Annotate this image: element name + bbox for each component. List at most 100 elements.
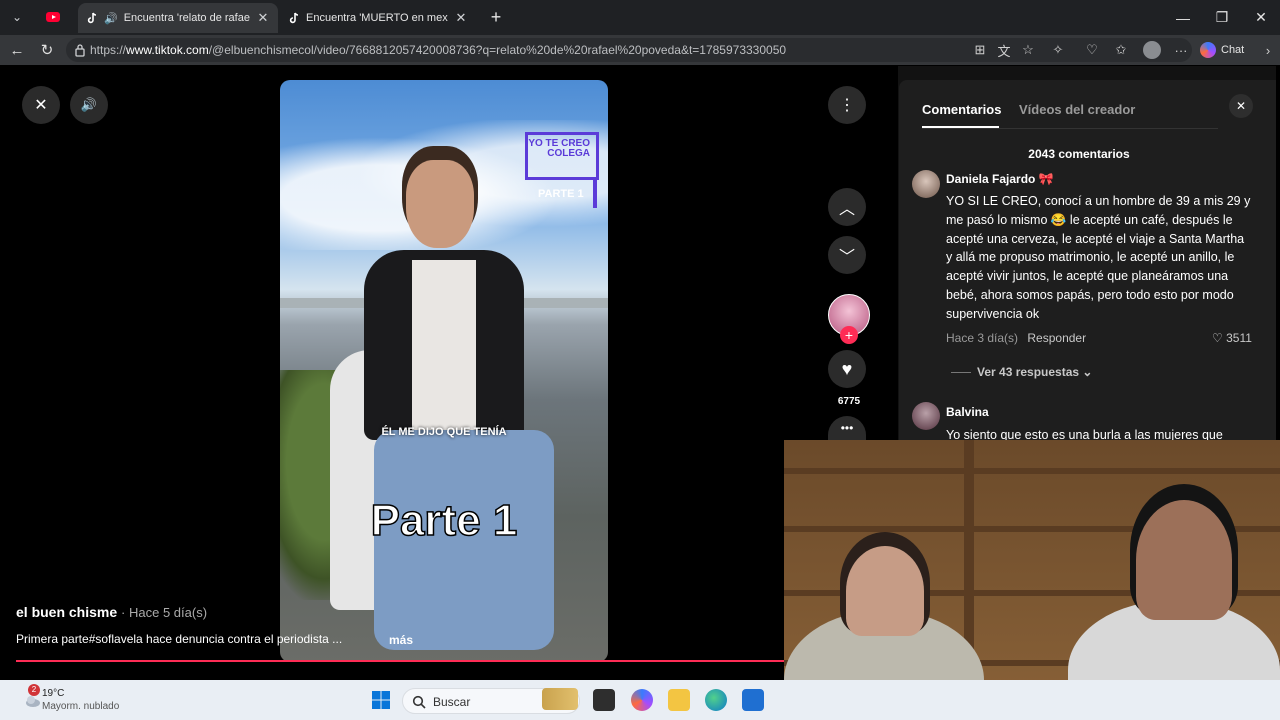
commenter-avatar[interactable] [912, 402, 940, 430]
tab-creator-videos[interactable]: Vídeos del creador [1019, 102, 1135, 117]
close-tab-icon[interactable]: ✕ [454, 10, 468, 26]
comment-button[interactable]: ••• [828, 416, 866, 440]
weather-badge: 2 [28, 684, 40, 696]
video-player[interactable]: YO TE CREO COLEGA PARTE 1 ÉL ME DIJO QUE… [280, 80, 608, 662]
pinned-tab-youtube-icon[interactable] [44, 9, 62, 25]
like-count: 6775 [837, 396, 861, 407]
copilot-app-icon[interactable] [631, 689, 653, 711]
screen: ⌄ 🔊 Encuentra 'relato de rafael po ✕ Enc… [0, 0, 1280, 720]
weather-temp: 19°C [42, 688, 65, 699]
close-icon: ✕ [1235, 99, 1247, 113]
task-view-icon[interactable] [593, 689, 615, 711]
favorites-icon[interactable]: ✩ [1113, 42, 1129, 58]
edge-browser-icon[interactable] [705, 689, 727, 711]
next-video-button[interactable]: ﹀ [828, 236, 866, 274]
copilot-icon [1200, 42, 1216, 58]
tab-divider [922, 128, 1218, 129]
tab-title: Encuentra 'relato de rafael po [123, 12, 250, 24]
webcam-person-right-head [1136, 500, 1232, 620]
minimize-icon[interactable]: — [1164, 0, 1202, 35]
tab-title: Encuentra 'MUERTO en mexico en [306, 12, 448, 24]
close-panel-button[interactable]: ✕ [1229, 94, 1253, 118]
commenter-name[interactable]: Daniela Fajardo 🎀 [946, 172, 1054, 186]
comment-icon: ••• [840, 421, 854, 435]
volume-icon: 🔊 [80, 97, 98, 112]
tab-tiktok-relato[interactable]: 🔊 Encuentra 'relato de rafael po ✕ [78, 3, 278, 33]
back-arrow-icon[interactable]: ← [6, 40, 28, 60]
close-video-button[interactable]: ✕ [22, 86, 60, 124]
extensions-icon[interactable]: ✧ [1050, 42, 1066, 58]
search-icon [412, 695, 426, 709]
comment-text: YO SI LE CREO, conocí a un hombre de 39 … [946, 194, 1251, 321]
previous-video-button[interactable]: ︿ [828, 188, 866, 226]
chevron-down-icon: ﹀ [838, 249, 855, 266]
search-highlight-icon[interactable] [542, 688, 578, 710]
more-options-icon[interactable]: ··· [1173, 42, 1189, 58]
author-name[interactable]: el buen chisme [16, 604, 117, 620]
webcam-person-left-head [846, 546, 924, 636]
file-explorer-icon[interactable] [668, 689, 690, 711]
chat-label: Chat [1221, 44, 1245, 56]
tab-actions-menu-icon[interactable]: ⌄ [6, 6, 28, 28]
comment-meta: Hace 3 día(s) Responder [946, 331, 1086, 345]
follow-plus-icon[interactable]: + [840, 326, 858, 344]
comment-time: Hace 3 día(s) [946, 331, 1019, 345]
windows-start-icon[interactable] [371, 690, 391, 710]
heart-outline-icon: ♡ [1212, 331, 1223, 345]
post-time: · Hace 5 día(s) [121, 605, 208, 620]
badge-bar [593, 178, 597, 208]
close-icon: ✕ [34, 97, 48, 114]
video-more-button[interactable]: ⋮ [828, 86, 866, 124]
video-title-overlay: Parte 1 [370, 495, 518, 546]
mute-button[interactable]: 🔊 [70, 86, 108, 124]
tab-comments[interactable]: Comentarios [922, 102, 1001, 117]
windows-taskbar: 2 19°C Mayorm. nublado Buscar [0, 680, 1280, 720]
commenter-avatar[interactable] [912, 170, 940, 198]
reply-button[interactable]: Responder [1027, 331, 1086, 345]
video-caption: ÉL ME DIJO QUE TENÍA [381, 426, 507, 438]
tab-tiktok-muerto[interactable]: Encuentra 'MUERTO en mexico en ✕ [280, 3, 476, 33]
close-window-icon[interactable]: ✕ [1242, 0, 1280, 35]
translate-icon[interactable]: 文 [996, 42, 1012, 59]
tiktok-favicon-icon [87, 12, 97, 24]
video-progress-bar[interactable] [16, 660, 786, 662]
active-tab-indicator [922, 126, 999, 128]
restore-icon[interactable]: ❐ [1203, 0, 1241, 35]
person-head [406, 160, 474, 248]
video-description: Primera parte#soflavela hace denuncia co… [16, 632, 343, 646]
view-replies-button[interactable]: Ver 43 respuestas ⌄ [951, 365, 1092, 379]
favorite-star-icon[interactable]: ☆ [1020, 42, 1036, 58]
browser-essentials-icon[interactable]: ♡ [1084, 42, 1100, 58]
comment-like-button[interactable]: ♡ 3511 [1212, 331, 1252, 345]
new-tab-icon[interactable]: + [485, 6, 507, 28]
shelf [784, 468, 1280, 474]
search-placeholder: Buscar [433, 695, 471, 709]
app-available-icon[interactable]: ⊞ [972, 42, 988, 58]
tiktok-favicon-icon [289, 12, 299, 24]
vertical-dots-icon: ⋮ [839, 97, 855, 114]
speaker-tab-icon[interactable]: 🔊 [104, 12, 118, 25]
sidebar-toggle-icon[interactable]: › [1260, 42, 1276, 58]
view-replies-label: Ver 43 respuestas [977, 365, 1080, 379]
commenter-name[interactable]: Balvina [946, 405, 989, 419]
more-button[interactable]: más [389, 633, 413, 647]
reload-icon[interactable]: ↻ [36, 40, 58, 60]
browser-tab-bar: ⌄ 🔊 Encuentra 'relato de rafael po ✕ Enc… [0, 0, 1280, 35]
webcam-overlay [784, 440, 1280, 720]
url-text: https://www.tiktok.com/@elbuenchismecol/… [90, 43, 787, 57]
weather-desc: Mayorm. nublado [42, 701, 120, 712]
like-button[interactable]: ♥ [828, 350, 866, 388]
badge-subtitle: PARTE 1 [538, 188, 584, 200]
author-line: el buen chisme · Hace 5 día(s) [16, 604, 207, 620]
heart-icon: ♥ [841, 358, 853, 379]
comment-like-count: 3511 [1226, 331, 1252, 345]
replies-line [951, 372, 971, 374]
address-toolbar: ← ↻ https://www.tiktok.com/@elbuenchisme… [0, 35, 1280, 65]
video-badge: YO TE CREO COLEGA [525, 132, 599, 180]
person-shirt [412, 260, 476, 430]
profile-avatar[interactable] [1143, 41, 1161, 59]
copilot-chat-button[interactable]: Chat [1200, 40, 1244, 60]
close-tab-icon[interactable]: ✕ [256, 10, 270, 26]
site-info-icon[interactable] [74, 43, 86, 57]
microsoft-store-icon[interactable] [742, 689, 764, 711]
